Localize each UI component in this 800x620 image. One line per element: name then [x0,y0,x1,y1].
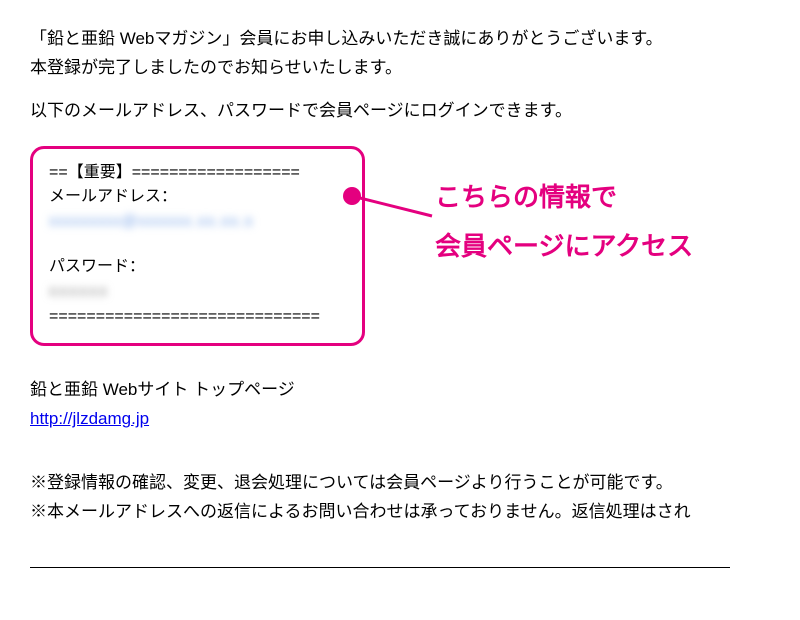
note-2: ※本メールアドレスへの返信によるお問い合わせは承っておりません。返信処理はされ [30,498,770,527]
email-label: メールアドレス： [49,185,346,210]
intro-block: 「鉛と亜鉛 Webマガジン」会員にお申し込みいただき誠にありがとうございます。 … [30,25,770,83]
site-link-label: 鉛と亜鉛 Webサイト トップページ [30,376,770,405]
important-box: ==【重要】================== メールアドレス： xxxxxx… [30,146,365,347]
login-note: 以下のメールアドレス、パスワードで会員ページにログインできます。 [30,97,770,126]
password-value-blurred: xxxxxx [49,280,346,305]
notes-block: ※登録情報の確認、変更、退会処理については会員ページより行うことが可能です。 ※… [30,469,770,527]
callout: こちらの情報で 会員ページにアクセス [435,173,693,272]
site-link-block: 鉛と亜鉛 Webサイト トップページ http://jlzdamg.jp [30,376,770,434]
intro-line-2: 本登録が完了しましたのでお知らせいたします。 [30,54,770,83]
site-link[interactable]: http://jlzdamg.jp [30,409,149,428]
password-blurred-text: xxxxxx [49,280,109,305]
intro-line-1: 「鉛と亜鉛 Webマガジン」会員にお申し込みいただき誠にありがとうございます。 [30,25,770,54]
email-blurred-text: xxxxxxxx@xxxxxx.xx.xx.x [49,210,254,235]
separator-bottom: ============================= [49,305,346,330]
separator-top: ==【重要】================== [49,161,346,186]
spacer [49,235,346,255]
callout-line-1: こちらの情報で [435,173,693,222]
divider [30,567,730,568]
callout-line-2: 会員ページにアクセス [435,222,693,271]
note-1: ※登録情報の確認、変更、退会処理については会員ページより行うことが可能です。 [30,469,770,498]
password-label: パスワード： [49,255,346,280]
callout-text: こちらの情報で 会員ページにアクセス [435,173,693,272]
email-value-blurred: xxxxxxxx@xxxxxx.xx.xx.x [49,210,346,235]
